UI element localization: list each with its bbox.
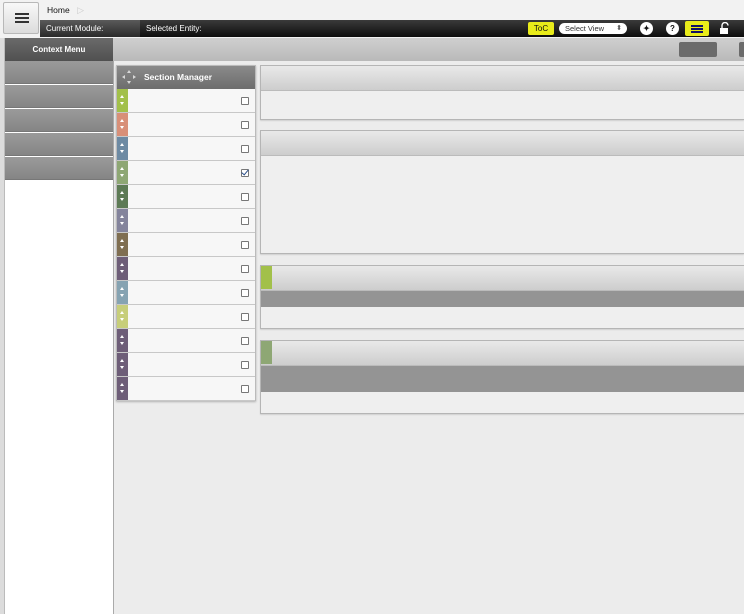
drag-handle-icon[interactable]	[117, 377, 128, 400]
help-icon[interactable]: ?	[666, 22, 679, 35]
panel-header[interactable]	[261, 131, 744, 156]
section-manager: Section Manager	[116, 65, 256, 401]
hamburger-menu-button[interactable]	[3, 2, 39, 34]
unlock-icon[interactable]	[718, 22, 732, 35]
context-menu	[5, 61, 113, 614]
section-row[interactable]	[117, 257, 255, 281]
panel-header[interactable]	[261, 66, 744, 91]
drag-handle-icon[interactable]	[117, 353, 128, 376]
info-bar: Current Module: Selected Entity: ToC Sel…	[40, 20, 744, 37]
breadcrumb: Home ▷	[47, 4, 84, 16]
section-checkbox[interactable]	[241, 385, 249, 393]
select-view-dropdown[interactable]: Select View ⬍	[559, 23, 627, 34]
section-row[interactable]	[117, 233, 255, 257]
move-arrows-icon	[122, 70, 136, 84]
panel-band	[261, 366, 744, 392]
breadcrumb-separator-icon: ▷	[77, 5, 84, 15]
panel-accent	[261, 341, 272, 364]
settings-icon[interactable]: ✦	[640, 22, 653, 35]
section-row[interactable]	[117, 185, 255, 209]
drag-handle-icon[interactable]	[117, 113, 128, 136]
drag-handle-icon[interactable]	[117, 257, 128, 280]
section-checkbox[interactable]	[241, 361, 249, 369]
section-manager-title: Section Manager	[144, 72, 213, 82]
section-row[interactable]	[117, 377, 255, 401]
section-checkbox[interactable]	[241, 145, 249, 153]
select-arrows-icon: ⬍	[616, 25, 622, 32]
section-checkbox[interactable]	[241, 193, 249, 201]
section-checkbox[interactable]	[241, 241, 249, 249]
top-bar: Home ▷ Current Module: Selected Entity: …	[0, 0, 744, 38]
section-row[interactable]	[117, 209, 255, 233]
section-row[interactable]	[117, 353, 255, 377]
section-checkbox[interactable]	[241, 121, 249, 129]
context-menu-item[interactable]	[5, 61, 113, 84]
section-checkbox[interactable]	[241, 289, 249, 297]
section-checkbox[interactable]	[241, 337, 249, 345]
section-row[interactable]	[117, 281, 255, 305]
section-row[interactable]	[117, 329, 255, 353]
panel-band	[261, 291, 744, 307]
toc-button[interactable]: ToC	[528, 22, 554, 35]
content-panel	[260, 265, 744, 329]
content-panel	[260, 65, 744, 120]
drag-handle-icon[interactable]	[117, 281, 128, 304]
drag-handle-icon[interactable]	[117, 161, 128, 184]
panel-header[interactable]	[261, 266, 744, 291]
toolbar-action-button[interactable]	[739, 42, 744, 57]
section-row[interactable]	[117, 137, 255, 161]
context-menu-item[interactable]	[5, 85, 113, 108]
context-menu-item[interactable]	[5, 133, 113, 156]
drag-handle-icon[interactable]	[117, 185, 128, 208]
panel-accent	[261, 266, 272, 289]
context-menu-item[interactable]	[5, 157, 113, 180]
section-checkbox[interactable]	[241, 169, 249, 177]
selected-entity-label: Selected Entity:	[146, 24, 202, 33]
list-view-button[interactable]	[685, 21, 709, 36]
content-panel	[260, 340, 744, 414]
panel-header[interactable]	[261, 341, 744, 366]
drag-handle-icon[interactable]	[117, 329, 128, 352]
section-checkbox[interactable]	[241, 217, 249, 225]
section-row[interactable]	[117, 305, 255, 329]
content-panel	[260, 130, 744, 254]
action-toolbar	[113, 38, 744, 61]
drag-handle-icon[interactable]	[117, 89, 128, 112]
breadcrumb-home-link[interactable]: Home	[47, 5, 70, 15]
context-menu-item[interactable]	[5, 109, 113, 132]
current-module-label: Current Module:	[46, 24, 104, 33]
select-view-value: Select View	[565, 24, 605, 33]
section-row[interactable]	[117, 161, 255, 185]
drag-handle-icon[interactable]	[117, 233, 128, 256]
section-checkbox[interactable]	[241, 313, 249, 321]
section-row[interactable]	[117, 113, 255, 137]
drag-handle-icon[interactable]	[117, 137, 128, 160]
context-menu-header: Context Menu	[5, 38, 113, 61]
section-list	[117, 89, 255, 401]
section-row[interactable]	[117, 89, 255, 113]
section-checkbox[interactable]	[241, 265, 249, 273]
section-manager-header[interactable]: Section Manager	[117, 66, 255, 89]
toolbar-action-button[interactable]	[679, 42, 717, 57]
drag-handle-icon[interactable]	[117, 305, 128, 328]
section-checkbox[interactable]	[241, 97, 249, 105]
drag-handle-icon[interactable]	[117, 209, 128, 232]
